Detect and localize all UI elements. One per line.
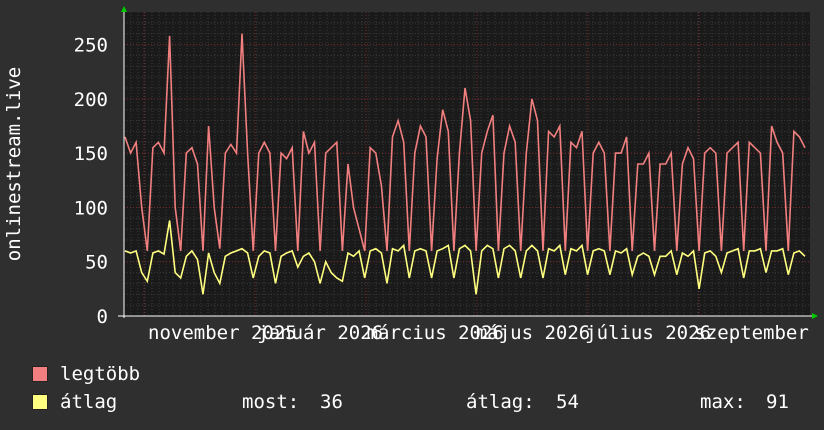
x-tick-label: január 2026 xyxy=(257,322,383,344)
stat-max-value: 91 xyxy=(766,391,789,413)
stat-avg-value: 54 xyxy=(556,391,579,413)
x-axis-arrow xyxy=(812,313,818,319)
legend-label-avg: átlag xyxy=(60,391,118,413)
stat-now-value: 36 xyxy=(320,391,343,413)
x-tick-label: május 2026 xyxy=(476,322,590,344)
y-axis-arrow xyxy=(121,6,127,12)
legend-swatch-max xyxy=(32,366,48,382)
stat-now-label: most: xyxy=(242,391,300,413)
y-tick-label: 100 xyxy=(74,197,108,219)
chart-area: 0 50 100 150 200 250 november 2025január 2026… xyxy=(3,6,818,344)
legend-label-max: legtöbb xyxy=(60,363,141,385)
y-axis-label: onlinestream.live xyxy=(3,67,25,261)
x-tick-label: július 2026 xyxy=(585,322,711,344)
y-tick-label: 0 xyxy=(97,306,108,328)
legend-swatch-avg xyxy=(32,394,48,410)
stat-avg-label: átlag: xyxy=(466,391,535,413)
x-axis-ticks: november 2025január 2026március 2026máju… xyxy=(148,322,809,344)
y-axis-ticks: 0 50 100 150 200 250 xyxy=(74,35,108,328)
x-tick-label: szeptember xyxy=(694,322,808,344)
y-tick-label: 150 xyxy=(74,143,108,165)
legend-item-avg: átlag xyxy=(32,391,117,413)
y-tick-label: 50 xyxy=(85,252,108,274)
y-tick-label: 200 xyxy=(74,89,108,111)
stat-max-label: max: xyxy=(700,391,746,413)
y-tick-label: 250 xyxy=(74,35,108,57)
legend-item-max: legtöbb xyxy=(32,363,140,385)
